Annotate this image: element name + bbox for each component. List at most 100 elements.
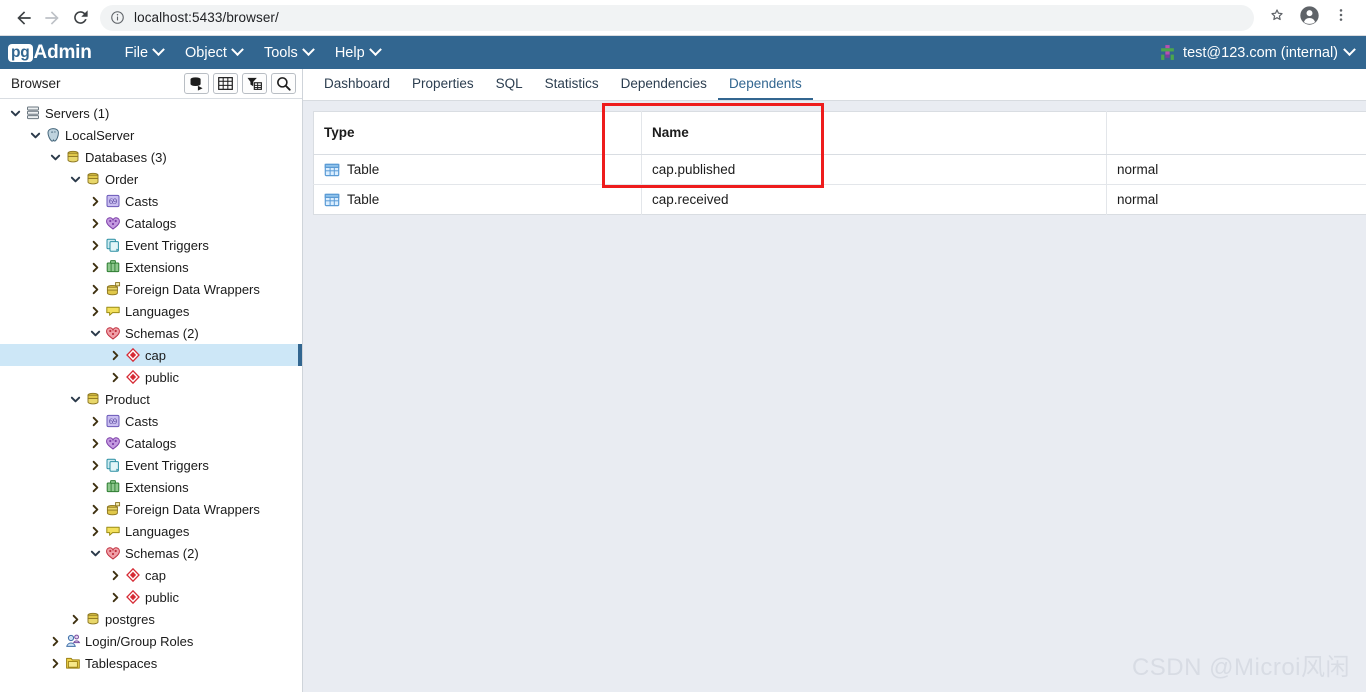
tablespaces-icon xyxy=(64,655,81,671)
tree-item-event-triggers[interactable]: Event Triggers xyxy=(0,454,302,476)
tree-item-foreign-data-wrappers[interactable]: Foreign Data Wrappers xyxy=(0,278,302,300)
chevron-right-icon[interactable] xyxy=(88,304,102,318)
tree-item-login-group-roles[interactable]: Login/Group Roles xyxy=(0,630,302,652)
tree-item-servers-1[interactable]: Servers (1) xyxy=(0,102,302,124)
tree-item-casts[interactable]: 69 Casts xyxy=(0,190,302,212)
tree-item-schemas-2[interactable]: Schemas (2) xyxy=(0,542,302,564)
tree-item-postgres[interactable]: postgres xyxy=(0,608,302,630)
pgadmin-logo[interactable]: pg Admin xyxy=(8,42,92,64)
schema-icon xyxy=(124,567,141,583)
tree-item-extensions[interactable]: Extensions xyxy=(0,256,302,278)
tree-item-order[interactable]: Order xyxy=(0,168,302,190)
url-text[interactable]: localhost:5433/browser/ xyxy=(134,10,279,25)
menu-help-label: Help xyxy=(334,44,365,61)
chevron-right-icon[interactable] xyxy=(108,590,122,604)
tab-dashboard[interactable]: Dashboard xyxy=(313,69,401,100)
chevron-right-icon[interactable] xyxy=(88,458,102,472)
search-objects-button[interactable] xyxy=(271,73,296,94)
tree-item-foreign-data-wrappers[interactable]: Foreign Data Wrappers xyxy=(0,498,302,520)
tree-item-public[interactable]: public xyxy=(0,586,302,608)
tab-dependencies[interactable]: Dependencies xyxy=(610,69,718,100)
tree-item-localserver[interactable]: LocalServer xyxy=(0,124,302,146)
chrome-menu-button[interactable] xyxy=(1326,3,1356,33)
chevron-right-icon[interactable] xyxy=(88,216,102,230)
tree-item-label: Extensions xyxy=(125,479,189,495)
profile-button[interactable] xyxy=(1294,3,1324,33)
chevron-right-icon[interactable] xyxy=(88,502,102,516)
view-data-button[interactable] xyxy=(213,73,238,94)
query-tool-button[interactable] xyxy=(184,73,209,94)
chevron-right-icon[interactable] xyxy=(108,370,122,384)
chevron-down-icon[interactable] xyxy=(68,172,82,186)
chevron-right-icon[interactable] xyxy=(88,436,102,450)
reload-button[interactable] xyxy=(66,4,94,32)
chevron-right-icon[interactable] xyxy=(48,634,62,648)
bookmark-button[interactable] xyxy=(1262,3,1292,33)
user-menu[interactable]: test@123.com (internal) xyxy=(1159,43,1356,61)
tree-item-catalogs[interactable]: Catalogs xyxy=(0,212,302,234)
back-button[interactable] xyxy=(10,4,38,32)
menu-file[interactable]: File xyxy=(114,40,174,66)
site-info-icon[interactable] xyxy=(110,10,125,25)
tab-dependents[interactable]: Dependents xyxy=(717,69,813,100)
tree-item-extensions[interactable]: Extensions xyxy=(0,476,302,498)
tree-item-public[interactable]: public xyxy=(0,366,302,388)
tree-item-cap[interactable]: cap xyxy=(0,344,302,366)
chevron-right-icon[interactable] xyxy=(88,194,102,208)
chevron-down-icon[interactable] xyxy=(88,546,102,560)
chevron-down-icon xyxy=(1343,43,1356,57)
chevron-right-icon[interactable] xyxy=(88,260,102,274)
chevron-right-icon[interactable] xyxy=(48,656,62,670)
chevron-right-icon[interactable] xyxy=(108,568,122,582)
menu-object[interactable]: Object xyxy=(174,40,253,66)
chevron-right-icon[interactable] xyxy=(108,348,122,362)
chevron-right-icon[interactable] xyxy=(88,480,102,494)
chevron-right-icon[interactable] xyxy=(88,282,102,296)
tree-item-casts[interactable]: 69 Casts xyxy=(0,410,302,432)
chevron-down-icon[interactable] xyxy=(68,392,82,406)
dependents-grid-wrapper: Type Name Table cap.published normal Table c… xyxy=(303,101,1366,692)
chevron-down-icon[interactable] xyxy=(28,128,42,142)
star-icon xyxy=(1268,6,1286,29)
table-row[interactable]: Table cap.received normal xyxy=(313,184,1366,215)
tab-label: Dependents xyxy=(728,76,802,91)
menu-help[interactable]: Help xyxy=(324,40,391,66)
tree-item-schemas-2[interactable]: Schemas (2) xyxy=(0,322,302,344)
filtered-rows-button[interactable] xyxy=(242,73,267,94)
schemas-icon xyxy=(104,325,121,341)
servers-icon xyxy=(24,105,41,121)
tree-item-label: Login/Group Roles xyxy=(85,633,194,649)
tree-item-cap[interactable]: cap xyxy=(0,564,302,586)
column-header-type[interactable]: Type xyxy=(313,111,642,155)
foreign-data-wrappers-icon xyxy=(104,501,121,517)
chevron-right-icon[interactable] xyxy=(68,612,82,626)
forward-button[interactable] xyxy=(38,4,66,32)
tree-item-tablespaces[interactable]: Tablespaces xyxy=(0,652,302,674)
table-row[interactable]: Table cap.published normal xyxy=(313,154,1366,185)
catalogs-icon xyxy=(104,435,121,451)
tree-item-languages[interactable]: Languages xyxy=(0,300,302,322)
tab-properties[interactable]: Properties xyxy=(401,69,485,100)
column-header-name[interactable]: Name xyxy=(641,111,1107,155)
tab-label: Dashboard xyxy=(324,76,391,91)
chevron-down-icon[interactable] xyxy=(88,326,102,340)
column-header-restriction[interactable] xyxy=(1106,111,1366,155)
menu-tools[interactable]: Tools xyxy=(253,40,324,66)
tree-item-languages[interactable]: Languages xyxy=(0,520,302,542)
tree-item-event-triggers[interactable]: Event Triggers xyxy=(0,234,302,256)
address-bar[interactable]: localhost:5433/browser/ xyxy=(100,4,1254,31)
object-browser-tree[interactable]: Servers (1) LocalServer Databases (3) Order… xyxy=(0,99,302,692)
chevron-down-icon[interactable] xyxy=(8,106,22,120)
languages-icon xyxy=(104,523,121,539)
cell-type-label: Table xyxy=(347,162,380,177)
tab-statistics[interactable]: Statistics xyxy=(534,69,610,100)
tab-sql[interactable]: SQL xyxy=(485,69,534,100)
chevron-right-icon[interactable] xyxy=(88,524,102,538)
chevron-down-icon[interactable] xyxy=(48,150,62,164)
chevron-right-icon[interactable] xyxy=(88,238,102,252)
tree-item-catalogs[interactable]: Catalogs xyxy=(0,432,302,454)
chevron-down-icon xyxy=(368,43,382,57)
chevron-right-icon[interactable] xyxy=(88,414,102,428)
tree-item-product[interactable]: Product xyxy=(0,388,302,410)
tree-item-databases-3[interactable]: Databases (3) xyxy=(0,146,302,168)
